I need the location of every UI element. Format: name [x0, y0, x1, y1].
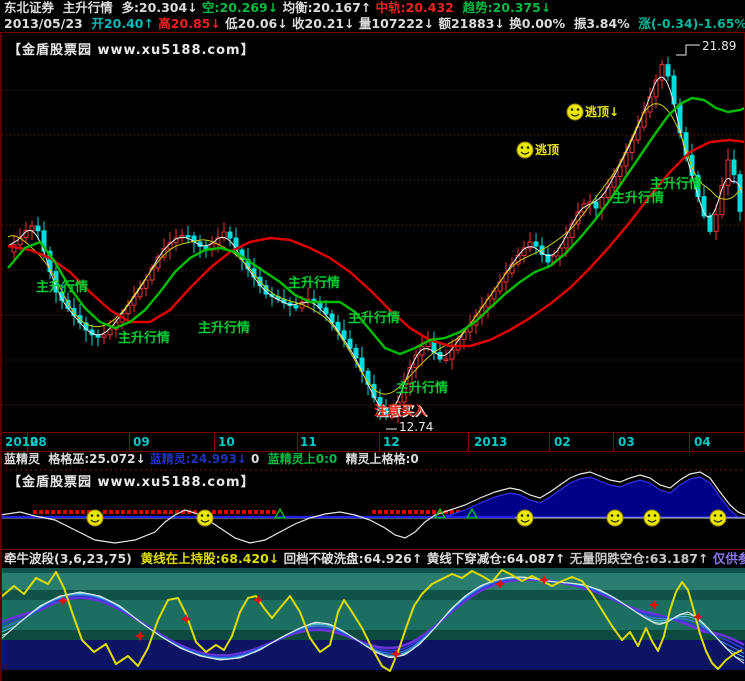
panel3-indicator-header: 牵牛波段(3,6,23,75) 黄线在上持股:68.420↓ 回档不破洗盘:64… [0, 550, 745, 568]
date-axis[interactable]: 201208091011122013020304 [0, 433, 745, 452]
buy-label: 注意买入 [374, 403, 426, 419]
trend-label: 主升行情 [288, 275, 340, 291]
background-band [0, 670, 745, 681]
indicator-readout: 趋势:20.375↓ [463, 0, 556, 15]
indicator-readout: 多:20.304↓ [121, 0, 202, 15]
panel2-blue-elf-chart[interactable]: 【金盾股票园 www.xu5188.com】 [0, 466, 745, 550]
axis-date-label: 10 [218, 435, 235, 449]
axis-date-label: 12 [383, 435, 400, 449]
ohlc-readout: 低20.06↓ [225, 16, 292, 31]
smiley-marker-icon [710, 510, 726, 526]
ohlc-readout: 振3.84% [574, 16, 639, 31]
candles-layer [12, 57, 742, 423]
trend-label: 主升行情 [198, 320, 250, 336]
background-band [0, 568, 745, 573]
axis-date-label: 03 [618, 435, 635, 449]
trend-label: 主升行情 [36, 279, 88, 295]
candlestick-canvas[interactable]: 主升行情主升行情主升行情主升行情主升行情主升行情主升行情主升行情注意买入注意买入… [0, 33, 745, 433]
ma-line-white [8, 77, 742, 412]
indicator-readout: 中轨:20.432 [376, 0, 463, 15]
axis-tick [129, 433, 130, 451]
panel2-indicator-header: 蓝精灵 格格巫:25.072↓ 蓝精灵:24.993↓ 0 蓝精灵上0:0 精灵… [0, 452, 745, 466]
main-candlestick-chart[interactable]: 【金盾股票园 www.xu5188.com】 主升行情主升行情主升行情主升行情主… [0, 33, 745, 433]
ohlc-readout: 收20.21↓ [292, 16, 359, 31]
indicator-readout-row: 东北证券 主升行情 多:20.304↓ 空:20.269↓ 均衡:20.167↑… [0, 0, 745, 16]
smiley-marker-icon [567, 104, 583, 120]
quote-header: 东北证券 主升行情 多:20.304↓ 空:20.269↓ 均衡:20.167↑… [0, 0, 745, 33]
trend-label: 主升行情 [650, 176, 702, 192]
panel2-readout: 蓝精灵:24.993↓ [150, 452, 251, 466]
axis-date-label: 04 [694, 435, 711, 449]
axis-tick [297, 433, 298, 451]
panel3-readout: 黄线在上持股:68.420↓ [141, 551, 284, 566]
trend-label: 主升行情 [396, 380, 448, 396]
axis-tick [214, 433, 215, 451]
panel3-readout: 仅供参考:62.309↑ [713, 551, 745, 566]
ohlc-readout: 涨(-0.34)-1.65% [638, 16, 745, 31]
axis-date-label: 09 [133, 435, 150, 449]
panel3-readout: 回档不破洗盘:64.926↑ [284, 551, 427, 566]
panel2-readout: 0 [251, 452, 268, 466]
indicator-readout: 均衡:20.167↑ [283, 0, 376, 15]
axis-tick [689, 433, 690, 451]
ohlc-readout: 高20.85↓ [158, 16, 225, 31]
ohlc-readout: 换0.00% [509, 16, 574, 31]
axis-tick [468, 433, 469, 451]
panel2-readout: 格格巫:25.072↓ [48, 452, 149, 466]
smiley-marker-icon [87, 510, 103, 526]
low-price-label: 12.74 [399, 420, 433, 433]
axis-date-label: 08 [30, 435, 47, 449]
trend-label: 主升行情 [348, 310, 400, 326]
panel3-canvas[interactable] [0, 568, 745, 681]
ohlc-readout: 额21883↓ [438, 16, 509, 31]
ohlc-readout: 量107222↓ [359, 16, 439, 31]
axis-date-label: 2013 [474, 435, 507, 449]
trend-label: 主升行情 [612, 190, 664, 206]
axis-tick [549, 433, 550, 451]
panel2-readout: 蓝精灵 [4, 452, 48, 466]
panel2-canvas[interactable] [0, 466, 745, 550]
indicator-readout: 空:20.269↓ [202, 0, 283, 15]
smiley-marker-icon [644, 510, 660, 526]
high-price-label: 21.89 [702, 39, 736, 53]
sell-marker-label: 逃顶↓ [585, 104, 619, 119]
panel3-wave-band-chart[interactable] [0, 568, 745, 681]
panel3-readout: 黄线下穿减仓:64.087↑ [427, 551, 570, 566]
panel2-readout: 精灵上格格:0 [346, 452, 423, 466]
panel-left-border [0, 33, 2, 681]
sell-marker-label: 逃顶 [535, 142, 559, 157]
smiley-marker-icon [197, 510, 213, 526]
smiley-marker-icon [517, 142, 533, 158]
ohlc-readout-row: 2013/05/23 开20.40↑ 高20.85↓ 低20.06↓ 收20.2… [0, 16, 745, 32]
stock-app-window: 东北证券 主升行情 多:20.304↓ 空:20.269↓ 均衡:20.167↑… [0, 0, 745, 681]
axis-tick [613, 433, 614, 451]
high-tick [676, 45, 700, 55]
axis-tick [379, 433, 380, 451]
smiley-marker-icon [517, 510, 533, 526]
panel2-readout: 蓝精灵上0:0 [268, 452, 346, 466]
background-band [0, 590, 745, 600]
axis-date-label: 02 [554, 435, 571, 449]
ohlc-readout: 开20.40↑ [91, 16, 158, 31]
blue-mountain-area [440, 477, 745, 517]
trend-label: 主升行情 [118, 330, 170, 346]
axis-date-label: 11 [300, 435, 317, 449]
background-band [0, 573, 745, 590]
panel3-readout: 无量阴跌空仓:63.187↑ [570, 551, 713, 566]
indicator-readout: 东北证券 [4, 0, 63, 15]
indicator-readout: 主升行情 [63, 0, 122, 15]
panel3-readout: 牵牛波段(3,6,23,75) [4, 551, 141, 566]
smiley-marker-icon [607, 510, 623, 526]
ohlc-readout: 2013/05/23 [4, 16, 91, 31]
